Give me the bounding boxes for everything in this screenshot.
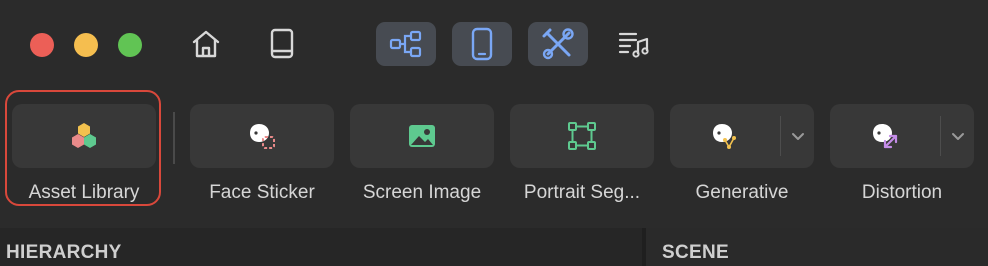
toolbar-item-label: Distortion <box>861 182 943 203</box>
chevron-down-icon <box>791 133 804 140</box>
docs-button[interactable] <box>252 22 312 66</box>
toolbar-item-distortion[interactable]: Distortion <box>830 104 974 214</box>
generative-main-button[interactable] <box>670 104 780 168</box>
home-icon <box>192 30 220 58</box>
selection-highlight <box>5 90 161 206</box>
toolbar-separator <box>173 112 175 164</box>
graph-editor-toggle[interactable] <box>376 22 436 66</box>
toolbar-item-screen-image[interactable]: Screen Image <box>350 104 494 214</box>
generative-icon <box>713 124 736 149</box>
phone-icon <box>471 27 493 61</box>
scene-panel-header: SCENE <box>646 228 988 266</box>
book-icon <box>270 28 294 59</box>
scene-title: SCENE <box>662 242 729 263</box>
toolbar-item-label: Face Sticker <box>209 182 315 203</box>
distortion-main-button[interactable] <box>830 104 940 168</box>
close-window-button[interactable] <box>30 33 54 57</box>
toolbar-item-generative[interactable]: Generative <box>670 104 814 214</box>
nodes-icon <box>389 30 422 58</box>
screen-image-icon <box>409 125 435 147</box>
generative-dropdown-button[interactable] <box>781 104 814 168</box>
title-bar <box>0 0 988 92</box>
face-sticker-icon <box>250 124 275 149</box>
toolbar-item-label: Portrait Seg... <box>523 182 641 203</box>
distortion-icon <box>873 124 898 149</box>
audio-button[interactable] <box>604 22 664 66</box>
home-button[interactable] <box>176 22 236 66</box>
tools-icon <box>542 28 574 60</box>
toolbar-item-portrait-segmentation[interactable]: Portrait Seg... <box>510 104 654 214</box>
chevron-down-icon <box>951 133 964 140</box>
toolbar-item-label: Screen Image <box>362 182 482 203</box>
hierarchy-panel-header: HIERARCHY <box>0 228 642 266</box>
portrait-segmentation-icon <box>568 122 596 150</box>
music-list-icon <box>618 32 649 58</box>
toolbar-item-label: Generative <box>695 182 789 203</box>
toolbar-item-face-sticker[interactable]: Face Sticker <box>190 104 334 214</box>
zoom-window-button[interactable] <box>118 33 142 57</box>
distortion-dropdown-button[interactable] <box>941 104 974 168</box>
preview-toggle[interactable] <box>452 22 512 66</box>
inspector-toggle[interactable] <box>528 22 588 66</box>
hierarchy-title: HIERARCHY <box>6 242 122 263</box>
minimize-window-button[interactable] <box>74 33 98 57</box>
